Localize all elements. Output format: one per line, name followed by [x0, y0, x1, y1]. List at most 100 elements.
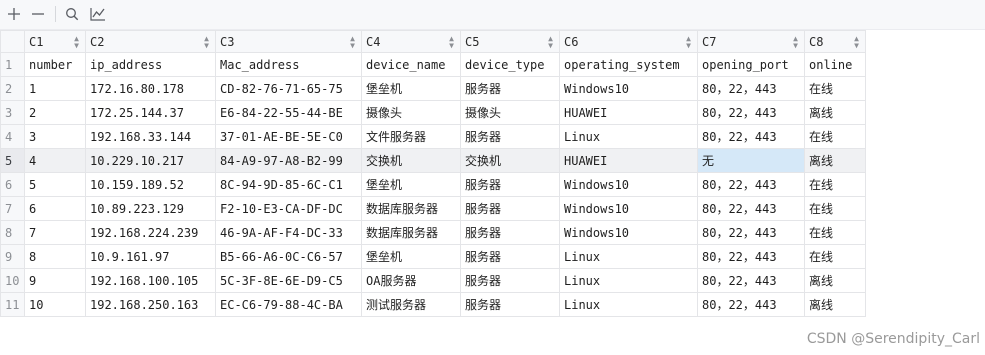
table-row[interactable]: 2 1 172.16.80.178 CD-82-76-71-65-75 堡垒机 服务器 Wi…	[0, 76, 866, 101]
table-row[interactable]: 3 2 172.25.144.37 E6-84-22-55-44-BE 摄像头 摄像头 HU…	[0, 100, 866, 125]
table-cell[interactable]: Windows10	[559, 196, 698, 221]
column-header[interactable]: C8 ▲ ▼	[804, 30, 866, 53]
row-number[interactable]: 6	[0, 172, 25, 197]
table-cell[interactable]: 37-01-AE-BE-5E-C0	[215, 124, 362, 149]
table-cell[interactable]: 堡垒机	[361, 172, 461, 197]
column-header[interactable]: C5 ▲ ▼	[460, 30, 560, 53]
table-cell[interactable]: 在线	[804, 76, 866, 101]
table-cell[interactable]: HUAWEI	[559, 148, 698, 173]
table-cell[interactable]: opening_port	[697, 52, 805, 77]
table-row[interactable]: 4 3 192.168.33.144 37-01-AE-BE-5E-C0 文件服务器 服务…	[0, 124, 866, 149]
table-cell[interactable]: 服务器	[460, 220, 560, 245]
sort-icon[interactable]: ▲ ▼	[854, 35, 859, 50]
row-number[interactable]: 5	[0, 148, 25, 173]
row-number[interactable]: 10	[0, 268, 25, 293]
row-number[interactable]: 9	[0, 244, 25, 269]
table-cell[interactable]: 服务器	[460, 196, 560, 221]
table-cell[interactable]: 离线	[804, 292, 866, 317]
table-cell[interactable]: EC-C6-79-88-4C-BA	[215, 292, 362, 317]
table-cell[interactable]: 在线	[804, 172, 866, 197]
table-cell[interactable]: 5C-3F-8E-6E-D9-C5	[215, 268, 362, 293]
column-header[interactable]: C4 ▲ ▼	[361, 30, 461, 53]
table-row[interactable]: 11 10 192.168.250.163 EC-C6-79-88-4C-BA 测试服务…	[0, 292, 866, 317]
table-cell[interactable]: device_type	[460, 52, 560, 77]
table-cell[interactable]: HUAWEI	[559, 100, 698, 125]
column-header[interactable]: C3 ▲ ▼	[215, 30, 362, 53]
table-cell[interactable]: Linux	[559, 268, 698, 293]
column-header[interactable]: C6 ▲ ▼	[559, 30, 698, 53]
row-number[interactable]: 7	[0, 196, 25, 221]
table-cell[interactable]: online	[804, 52, 866, 77]
table-cell[interactable]: 摄像头	[460, 100, 560, 125]
table-cell[interactable]: 80，22，443	[697, 292, 805, 317]
table-cell[interactable]: 46-9A-AF-F4-DC-33	[215, 220, 362, 245]
table-cell[interactable]: 数据库服务器	[361, 220, 461, 245]
table-cell[interactable]: 文件服务器	[361, 124, 461, 149]
table-cell[interactable]: 8	[24, 244, 86, 269]
row-number[interactable]: 8	[0, 220, 25, 245]
table-cell[interactable]: 10.159.189.52	[85, 172, 216, 197]
table-cell[interactable]: 在线	[804, 244, 866, 269]
table-cell[interactable]: 80，22，443	[697, 220, 805, 245]
table-cell[interactable]: 192.168.250.163	[85, 292, 216, 317]
table-cell[interactable]: 服务器	[460, 292, 560, 317]
table-cell[interactable]: 摄像头	[361, 100, 461, 125]
table-cell[interactable]: E6-84-22-55-44-BE	[215, 100, 362, 125]
table-cell[interactable]: 数据库服务器	[361, 196, 461, 221]
table-cell[interactable]: 在线	[804, 220, 866, 245]
table-cell[interactable]: Linux	[559, 244, 698, 269]
table-cell[interactable]: 1	[24, 76, 86, 101]
table-cell[interactable]: 4	[24, 148, 86, 173]
table-cell[interactable]: OA服务器	[361, 268, 461, 293]
table-cell[interactable]: 9	[24, 268, 86, 293]
table-cell[interactable]: 服务器	[460, 172, 560, 197]
sort-icon[interactable]: ▲ ▼	[204, 35, 209, 50]
table-cell[interactable]: 80，22，443	[697, 244, 805, 269]
table-cell[interactable]: 交换机	[361, 148, 461, 173]
corner-cell[interactable]	[0, 30, 25, 53]
table-cell[interactable]: 80，22，443	[697, 76, 805, 101]
table-cell[interactable]: 服务器	[460, 268, 560, 293]
table-row[interactable]: 9 8 10.9.161.97 B5-66-A6-0C-C6-57 堡垒机 服务器 Linu…	[0, 244, 866, 269]
table-cell[interactable]: 在线	[804, 124, 866, 149]
table-cell[interactable]: 交换机	[460, 148, 560, 173]
table-cell[interactable]: 离线	[804, 148, 866, 173]
table-cell[interactable]: 192.168.100.105	[85, 268, 216, 293]
search-icon[interactable]	[62, 4, 82, 24]
table-cell[interactable]: 172.16.80.178	[85, 76, 216, 101]
table-cell[interactable]: 堡垒机	[361, 76, 461, 101]
row-number[interactable]: 1	[0, 52, 25, 77]
table-cell[interactable]: 离线	[804, 100, 866, 125]
table-cell[interactable]: 8C-94-9D-85-6C-C1	[215, 172, 362, 197]
sort-icon[interactable]: ▲ ▼	[449, 35, 454, 50]
table-cell[interactable]: 80，22，443	[697, 196, 805, 221]
plus-icon[interactable]	[4, 4, 24, 24]
table-row[interactable]: 6 5 10.159.189.52 8C-94-9D-85-6C-C1 堡垒机 服务器 Wi…	[0, 172, 866, 197]
table-cell[interactable]: 80，22，443	[697, 124, 805, 149]
sort-icon[interactable]: ▲ ▼	[793, 35, 798, 50]
table-cell[interactable]: 10	[24, 292, 86, 317]
minus-icon[interactable]	[28, 4, 48, 24]
sort-icon[interactable]: ▲ ▼	[74, 35, 79, 50]
line-chart-icon[interactable]	[88, 4, 108, 24]
column-header[interactable]: C2 ▲ ▼	[85, 30, 216, 53]
table-cell[interactable]: 80，22，443	[697, 268, 805, 293]
table-cell[interactable]: Windows10	[559, 76, 698, 101]
table-cell[interactable]: 80，22，443	[697, 100, 805, 125]
table-cell[interactable]: 无	[697, 148, 805, 173]
table-cell[interactable]: number	[24, 52, 86, 77]
sort-icon[interactable]: ▲ ▼	[548, 35, 553, 50]
table-cell[interactable]: 84-A9-97-A8-B2-99	[215, 148, 362, 173]
table-cell[interactable]: ip_address	[85, 52, 216, 77]
table-cell[interactable]: 堡垒机	[361, 244, 461, 269]
row-number[interactable]: 11	[0, 292, 25, 317]
table-cell[interactable]: Linux	[559, 292, 698, 317]
table-cell[interactable]: F2-10-E3-CA-DF-DC	[215, 196, 362, 221]
table-cell[interactable]: 3	[24, 124, 86, 149]
table-row[interactable]: 10 9 192.168.100.105 5C-3F-8E-6E-D9-C5 OA服务器…	[0, 268, 866, 293]
table-cell[interactable]: operating_system	[559, 52, 698, 77]
table-cell[interactable]: 服务器	[460, 76, 560, 101]
table-cell[interactable]: 在线	[804, 196, 866, 221]
table-cell[interactable]: 离线	[804, 268, 866, 293]
table-cell[interactable]: Mac_address	[215, 52, 362, 77]
